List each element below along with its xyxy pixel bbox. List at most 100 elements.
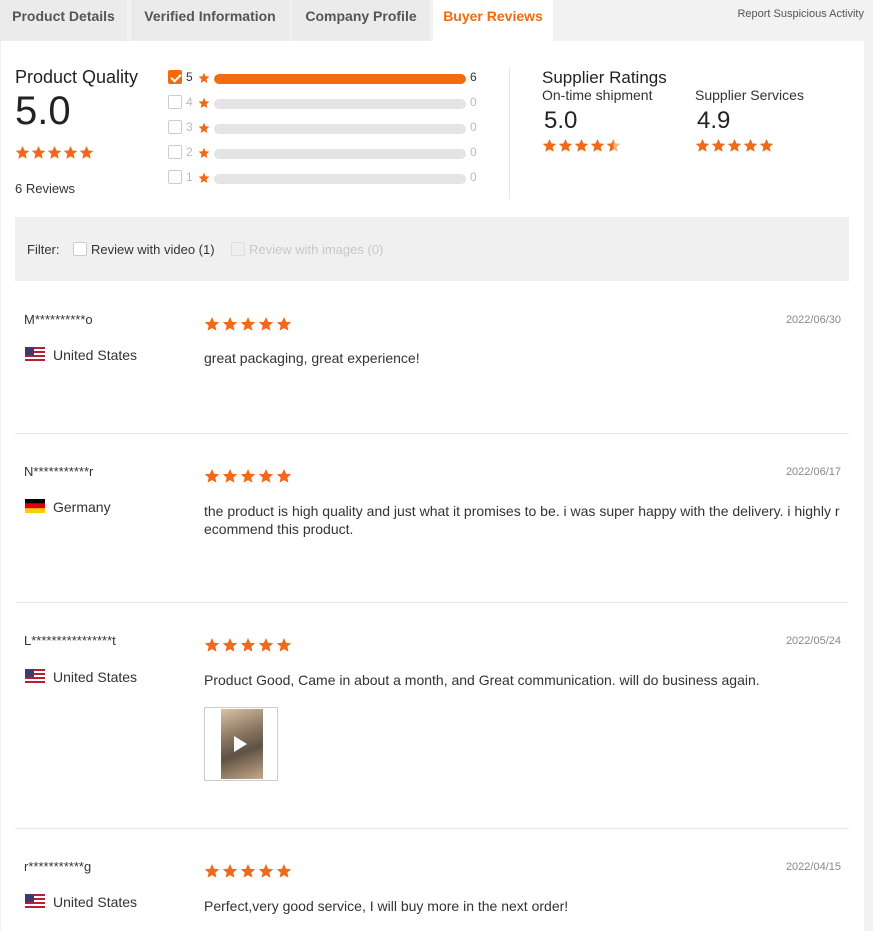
reviewer-name: M**********o xyxy=(24,312,93,327)
star-icon xyxy=(240,468,256,484)
review-with-video-label[interactable]: Review with video (1) xyxy=(91,242,215,257)
review-stars xyxy=(204,863,293,879)
reviewer-name: r***********g xyxy=(24,859,92,874)
product-quality-score: 5.0 xyxy=(15,89,71,133)
tab-verified-information[interactable]: Verified Information xyxy=(131,0,289,41)
star-icon xyxy=(542,138,557,153)
tab-company-profile[interactable]: Company Profile xyxy=(292,0,430,41)
rating-level: 4 xyxy=(186,95,193,109)
star-icon xyxy=(204,637,220,653)
ontime-shipment-rating: On-time shipment 5.0 xyxy=(542,87,652,153)
us-flag-icon xyxy=(25,347,45,361)
star-icon xyxy=(222,863,238,879)
tab-product-details[interactable]: Product Details xyxy=(0,0,127,41)
rating-count: 0 xyxy=(470,95,477,109)
rating-bar-fill xyxy=(214,74,466,84)
play-icon xyxy=(234,736,247,752)
rating-1-checkbox[interactable] xyxy=(168,170,182,184)
review-text: the product is high quality and just wha… xyxy=(204,503,840,537)
rating-bar xyxy=(214,174,466,184)
us-flag-icon xyxy=(25,669,45,683)
rating-count: 6 xyxy=(470,70,477,84)
ontime-shipment-stars xyxy=(542,138,652,153)
star-icon xyxy=(198,122,210,134)
supplier-services-rating: Supplier Services 4.9 xyxy=(695,87,804,153)
star-icon xyxy=(222,468,238,484)
star-icon xyxy=(258,468,274,484)
review-video-thumbnail[interactable] xyxy=(204,707,278,781)
review-stars xyxy=(204,468,293,484)
tab-bar: Product Details Verified Information Com… xyxy=(0,0,873,42)
reviewer-country: United States xyxy=(53,347,138,363)
review-with-video-checkbox[interactable] xyxy=(73,242,87,256)
star-icon xyxy=(47,145,62,160)
tab-buyer-reviews[interactable]: Buyer Reviews xyxy=(433,0,553,42)
star-icon xyxy=(258,637,274,653)
star-icon xyxy=(15,145,30,160)
reviewer-name: N***********r xyxy=(24,464,94,479)
rating-count: 0 xyxy=(470,145,477,159)
rating-level: 1 xyxy=(186,170,193,184)
star-icon xyxy=(727,138,742,153)
star-icon xyxy=(695,138,710,153)
star-icon xyxy=(590,138,605,153)
reviewer-country: Germany xyxy=(53,499,111,515)
report-suspicious-activity-link[interactable]: Report Suspicious Activity xyxy=(737,8,864,20)
rating-3-checkbox[interactable] xyxy=(168,120,182,134)
review-filter-bar: Filter: Review with video (1) Review wit… xyxy=(15,217,849,281)
rating-filter-row-5[interactable]: 5 6 xyxy=(168,69,488,87)
star-icon xyxy=(198,147,210,159)
star-icon xyxy=(574,138,589,153)
star-icon xyxy=(276,468,292,484)
reviewer-name: L****************t xyxy=(24,633,116,648)
rating-bar xyxy=(214,149,466,159)
review-item: N***********r Germany 2022/06/17 the pro… xyxy=(15,434,849,603)
star-icon xyxy=(276,316,292,332)
rating-filter-row-4[interactable]: 4 0 xyxy=(168,94,488,112)
star-half-icon xyxy=(606,138,621,153)
us-flag-icon xyxy=(25,894,45,908)
rating-2-checkbox[interactable] xyxy=(168,145,182,159)
star-icon xyxy=(743,138,758,153)
product-quality-stars xyxy=(15,145,94,160)
rating-4-checkbox[interactable] xyxy=(168,95,182,109)
star-icon xyxy=(198,172,210,184)
divider xyxy=(509,67,510,199)
rating-level: 2 xyxy=(186,145,193,159)
star-icon xyxy=(276,863,292,879)
star-icon xyxy=(63,145,78,160)
star-icon xyxy=(204,316,220,332)
review-text: Perfect,very good service, I will buy mo… xyxy=(204,898,569,914)
review-date: 2022/06/30 xyxy=(785,314,841,326)
reviewer-country: United States xyxy=(53,894,138,910)
star-icon xyxy=(31,145,46,160)
rating-filter-row-1[interactable]: 1 0 xyxy=(168,169,488,187)
rating-filter-row-2[interactable]: 2 0 xyxy=(168,144,488,162)
star-icon xyxy=(240,863,256,879)
star-icon xyxy=(204,863,220,879)
review-date: 2022/05/24 xyxy=(785,635,841,647)
star-icon xyxy=(79,145,94,160)
rating-5-checkbox[interactable] xyxy=(168,70,182,84)
reviewer-country: United States xyxy=(53,669,138,685)
ontime-shipment-score: 5.0 xyxy=(544,107,578,134)
reviews-count: 6 Reviews xyxy=(15,181,75,196)
star-icon xyxy=(240,637,256,653)
star-icon xyxy=(222,316,238,332)
star-icon xyxy=(240,316,256,332)
rating-bar xyxy=(214,124,466,134)
review-text: Product Good, Came in about a month, and… xyxy=(204,672,760,688)
review-item: r***********g United States 2022/04/15 P… xyxy=(15,829,849,931)
review-stars xyxy=(204,316,293,332)
star-icon xyxy=(759,138,774,153)
review-item: M**********o United States 2022/06/30 gr… xyxy=(15,281,849,434)
star-icon xyxy=(711,138,726,153)
review-with-images-label: Review with images (0) xyxy=(249,242,384,257)
rating-filter-row-3[interactable]: 3 0 xyxy=(168,119,488,137)
filter-label: Filter: xyxy=(27,242,60,257)
ontime-shipment-label: On-time shipment xyxy=(542,87,653,103)
star-icon xyxy=(558,138,573,153)
review-with-images-checkbox xyxy=(231,242,245,256)
de-flag-icon xyxy=(25,499,45,513)
star-icon xyxy=(198,72,210,84)
